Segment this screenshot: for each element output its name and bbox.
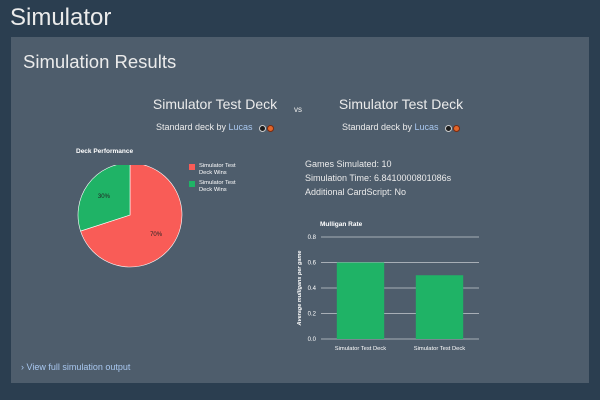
bar xyxy=(415,275,464,339)
deck-name: Simulator Test Deck xyxy=(152,96,278,112)
pie-slice-label: 70% xyxy=(150,232,163,238)
simulation-stats: Games Simulated: 10 Simulation Time: 6.8… xyxy=(305,157,451,199)
y-tick-label: 0.8 xyxy=(308,235,317,241)
pie-chart: 70% 30% xyxy=(75,162,185,280)
legend-label: Simulator Test Deck Wins xyxy=(199,180,236,193)
pie-chart-title: Deck Performance xyxy=(76,148,134,155)
fire-icon xyxy=(453,124,461,132)
legend-item: Simulator Test Deck Wins xyxy=(189,180,249,194)
y-tick-label: 0.2 xyxy=(308,312,317,318)
legend-label: Simulator Test Deck Wins xyxy=(199,163,236,176)
deck-left: Simulator Test Deck Standard deck by Luc… xyxy=(115,96,315,133)
simulation-time: Simulation Time: 6.8410000801086s xyxy=(305,173,452,183)
deck-right: Simulator Test Deck Standard deck by Luc… xyxy=(301,96,501,133)
page-title: Simulator xyxy=(10,4,112,31)
y-tick-label: 0.0 xyxy=(308,337,317,343)
results-panel: Simulation Results Simulator Test Deck S… xyxy=(11,37,589,383)
fire-icon xyxy=(267,124,275,132)
x-tick-label: Simulator Test Deck xyxy=(335,346,387,352)
skull-icon xyxy=(445,124,453,132)
x-tick-label: Simulator Test Deck xyxy=(414,346,466,352)
legend-item: Simulator Test Deck Wins xyxy=(189,163,249,177)
legend-swatch-red xyxy=(189,164,195,170)
deck-subtitle: Standard deck by Lucas xyxy=(115,122,315,133)
panel-title: Simulation Results xyxy=(23,51,177,72)
bar xyxy=(336,262,385,339)
deck-icons xyxy=(258,123,275,133)
skull-icon xyxy=(259,124,267,132)
chevron-right-icon: › xyxy=(21,362,24,372)
view-full-output-link[interactable]: › View full simulation output xyxy=(21,362,130,372)
y-tick-label: 0.6 xyxy=(308,261,317,267)
y-axis-label: Average mulligans per game xyxy=(297,251,303,327)
pie-slice-label: 30% xyxy=(98,194,111,200)
author-link[interactable]: Lucas xyxy=(229,122,253,132)
author-link[interactable]: Lucas xyxy=(415,122,439,132)
legend-swatch-green xyxy=(189,181,195,187)
deck-name: Simulator Test Deck xyxy=(338,96,464,112)
deck-subtitle: Standard deck by Lucas xyxy=(301,122,501,133)
bar-chart-title: Mulligan Rate xyxy=(320,221,363,228)
deck-icons xyxy=(444,123,461,133)
games-simulated: Games Simulated: 10 xyxy=(305,159,392,169)
additional-cardscript: Additional CardScript: No xyxy=(305,187,407,197)
pie-legend: Simulator Test Deck Wins Simulator Test … xyxy=(189,163,249,197)
y-tick-label: 0.4 xyxy=(308,286,317,292)
bar-chart: 0.0 0.2 0.4 0.6 0.8 Simulator Test Deck Simula… xyxy=(281,229,481,384)
